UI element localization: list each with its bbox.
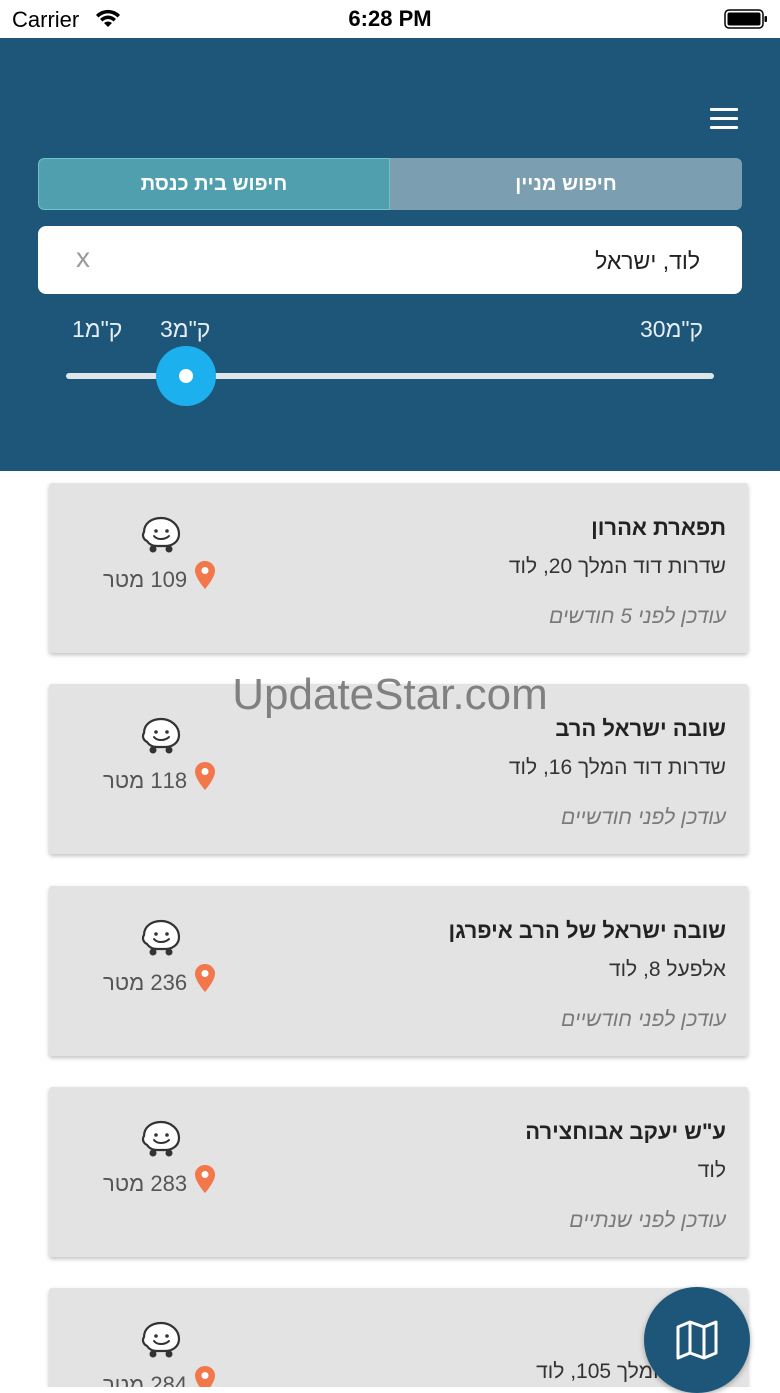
search-type-tabs: חיפוש בית כנסת חיפוש מניין [38,158,742,210]
waze-icon[interactable] [139,1320,183,1360]
radius-label-1km: ק"מ1 [72,316,123,342]
result-card[interactable]: ע"ש יעקב אבוחצירה לוד עודכן לפני שנתיים … [49,1087,748,1257]
synagogue-name: שובה ישראל של הרב איפרגן [448,918,727,943]
result-card[interactable]: תפארת אהרון שדרות דוד המלך 20, לוד עודכן… [49,483,748,653]
map-icon [676,1320,718,1360]
synagogue-address: אלפעל 8, לוד [608,958,726,981]
last-updated: עודכן לפני שנתיים [569,1209,726,1232]
map-pin-icon [195,561,215,589]
synagogue-address: לוד [697,1159,726,1182]
radius-label-3km: ק"מ3 [160,316,211,342]
last-updated: עודכן לפני 5 חודשים [548,605,726,628]
hamburger-icon [710,108,738,111]
synagogue-address: שדרות דוד המלך 16, לוד [508,756,726,779]
status-bar: Carrier 6:28 PM [0,0,780,38]
results-list[interactable]: תפארת אהרון שדרות דוד המלך 20, לוד עודכן… [0,471,780,1387]
map-view-button[interactable] [644,1287,750,1393]
clock: 6:28 PM [348,6,432,31]
synagogue-address: שדרות דוד המלך 20, לוד [508,555,726,578]
location-search-input[interactable] [138,226,702,296]
distance-label: 283 מטר [103,1171,188,1196]
search-header: חיפוש בית כנסת חיפוש מניין x ק"מ1 ק"מ3 ק… [0,38,780,471]
map-pin-icon [195,964,215,992]
map-pin-icon [195,1366,215,1387]
last-updated: עודכן לפני חודשיים [561,806,726,829]
menu-button[interactable] [704,104,744,134]
distance-label: 109 מטר [103,567,188,592]
radius-slider-thumb[interactable] [156,346,216,406]
tab-synagogue-search[interactable]: חיפוש בית כנסת [38,158,390,210]
watermark: UpdateStar.com [232,670,548,719]
distance-label: 236 מטר [103,970,188,995]
tab-minyan-search[interactable]: חיפוש מניין [390,158,742,210]
waze-icon[interactable] [139,1119,183,1159]
radius-label-30km: ק"מ30 [640,316,704,342]
battery-icon [724,9,767,29]
waze-icon[interactable] [139,918,183,958]
synagogue-name: תפארת אהרון [591,515,726,540]
waze-icon[interactable] [139,515,183,555]
map-pin-icon [195,1165,215,1193]
location-search-box: x [38,226,742,296]
synagogue-name: ע"ש יעקב אבוחצירה [525,1119,726,1144]
distance-label: 284 מטר [103,1372,188,1387]
clear-search-button[interactable]: x [76,242,90,274]
waze-icon[interactable] [139,716,183,756]
result-card[interactable]: שובה ישראל של הרב איפרגן אלפעל 8, לוד עו… [49,886,748,1056]
last-updated: עודכן לפני חודשיים [561,1008,726,1031]
map-pin-icon [195,762,215,790]
distance-label: 118 מטר [103,768,188,793]
